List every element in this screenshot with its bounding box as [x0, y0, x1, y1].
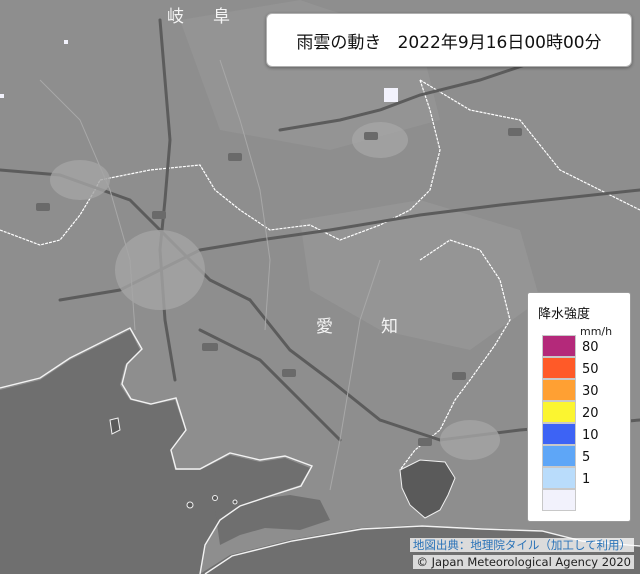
- legend-swatch: [542, 423, 576, 445]
- legend-level-label: 1: [582, 472, 591, 487]
- legend-swatch: [542, 467, 576, 489]
- legend-swatch: [542, 489, 576, 511]
- legend-title: 降水強度: [538, 307, 591, 322]
- legend-swatch: [542, 401, 576, 423]
- legend-level-label: 80: [582, 340, 599, 355]
- legend-level-label: 5: [582, 450, 591, 465]
- legend-level-label: 30: [582, 384, 599, 399]
- map-credits: 地図出典：地理院タイル（加工して利用） © Japan Meteorologic…: [409, 536, 634, 570]
- precipitation-legend: 降水強度 mm/h 80 50 30 20 10 5 1: [527, 292, 631, 522]
- place-label-gifu-1: 岐: [167, 7, 184, 27]
- legend-swatch: [542, 379, 576, 401]
- title-datetime: 2022年9月16日00時00分: [397, 32, 602, 53]
- title-box: 雨雲の動き 2022年9月16日00時00分: [266, 13, 632, 67]
- legend-level-label: 10: [582, 428, 599, 443]
- legend-unit: mm/h: [580, 325, 613, 338]
- copyright-text: © Japan Meteorological Agency 2020: [413, 555, 634, 569]
- legend-level-label: 50: [582, 362, 599, 377]
- place-label-gifu-2: 阜: [213, 7, 230, 27]
- title-label: 雨雲の動き: [296, 32, 382, 53]
- place-label-aichi-1: 愛: [316, 317, 333, 337]
- legend-swatch: [542, 357, 576, 379]
- legend-level-label: 20: [582, 406, 599, 421]
- legend-swatch: [542, 445, 576, 467]
- place-label-aichi-2: 知: [381, 317, 398, 337]
- map-source-link[interactable]: 地図出典：地理院タイル（加工して利用）: [409, 538, 634, 552]
- rain-cloud-map-view: 岐 阜 愛 知 雨雲の動き 2022年9月16日00時00分 降水強度 mm/h…: [0, 0, 640, 574]
- legend-swatch: [542, 335, 576, 357]
